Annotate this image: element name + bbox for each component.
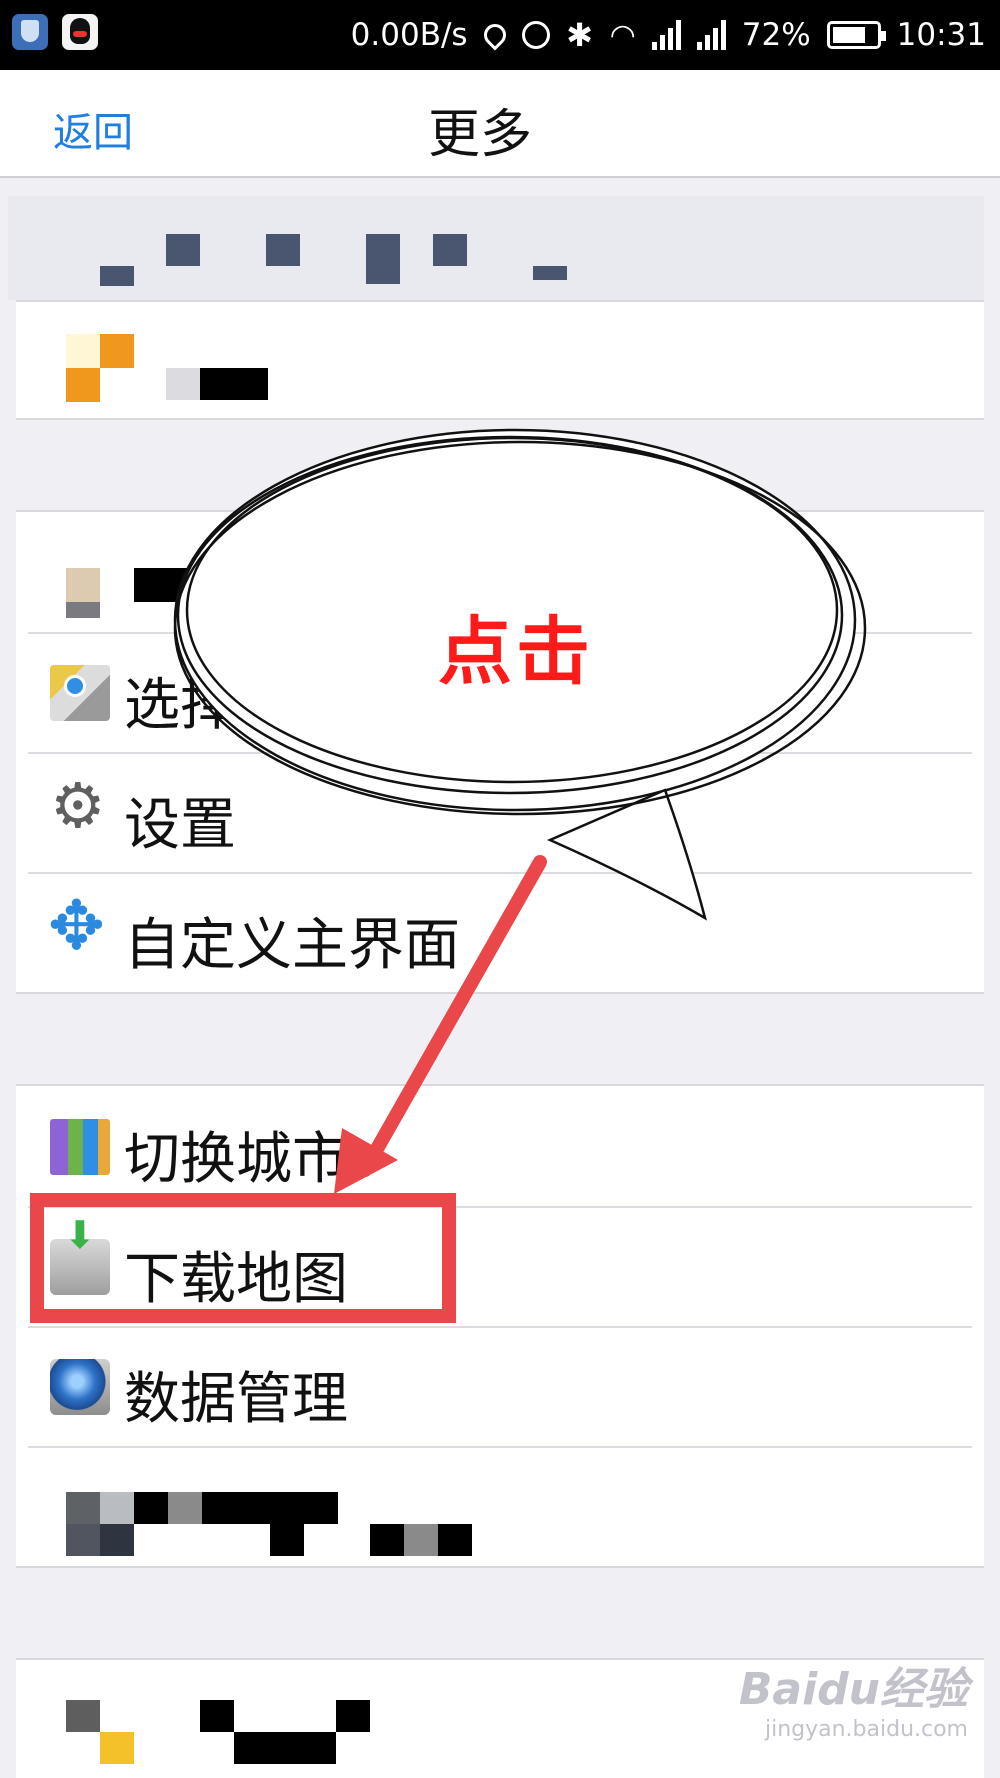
signal-icon-1 [651, 20, 681, 50]
system-status: 0.00B/s ✱ ◠ 72% 10:31 [351, 0, 986, 70]
highlight-box [30, 1193, 456, 1323]
menu-item-customize-home[interactable]: 自定义主界面 [16, 872, 984, 992]
menu-item-data-management[interactable]: 数据管理 [16, 1326, 984, 1446]
menu-group-main: 选择 设置 自定义主界面 [16, 510, 984, 994]
obscured-group-1 [16, 300, 984, 420]
menu-item-label: 自定义主界面 [124, 913, 460, 978]
location-icon [479, 19, 511, 51]
menu-item-label: 切换城市 [124, 1127, 348, 1192]
status-bar: 0.00B/s ✱ ◠ 72% 10:31 [0, 0, 1000, 70]
obscured-header-band [8, 196, 984, 300]
watermark-logo: Baidu经验 [738, 1664, 968, 1715]
city-buildings-icon [50, 1119, 110, 1175]
notification-icons [12, 14, 98, 50]
qq-penguin-icon [62, 14, 98, 50]
signal-icon-2 [696, 20, 726, 50]
watermark: Baidu经验 jingyan.baidu.com [739, 1653, 968, 1742]
page-title: 更多 [427, 105, 532, 165]
gear-icon [50, 775, 110, 841]
battery-percent: 72% [741, 17, 811, 53]
watermark-url: jingyan.baidu.com [764, 1717, 968, 1742]
menu-item-switch-city[interactable]: 切换城市 [16, 1086, 984, 1206]
globe-drive-icon [50, 1359, 110, 1415]
clock: 10:31 [896, 17, 986, 53]
security-shield-icon [12, 14, 48, 50]
menu-item-label: 选择 [124, 673, 236, 738]
wifi-icon: ◠ [609, 17, 636, 53]
menu-item-label: 设置 [124, 793, 236, 858]
move-arrows-icon [48, 893, 110, 961]
alarm-icon [521, 21, 550, 49]
network-speed: 0.00B/s [350, 17, 468, 53]
menu-item-label: 数据管理 [124, 1367, 348, 1432]
navigation-bar: 返回 更多 [0, 70, 1000, 178]
map-icon [50, 665, 110, 721]
menu-group-city: 切换城市 下载地图 数据管理 [16, 1084, 984, 1568]
bluetooth-icon: ✱ [566, 16, 593, 54]
obscured-row [16, 1446, 984, 1566]
callout-text: 点击 [438, 609, 594, 695]
battery-icon [826, 21, 886, 49]
menu-item-settings[interactable]: 设置 [16, 752, 984, 872]
